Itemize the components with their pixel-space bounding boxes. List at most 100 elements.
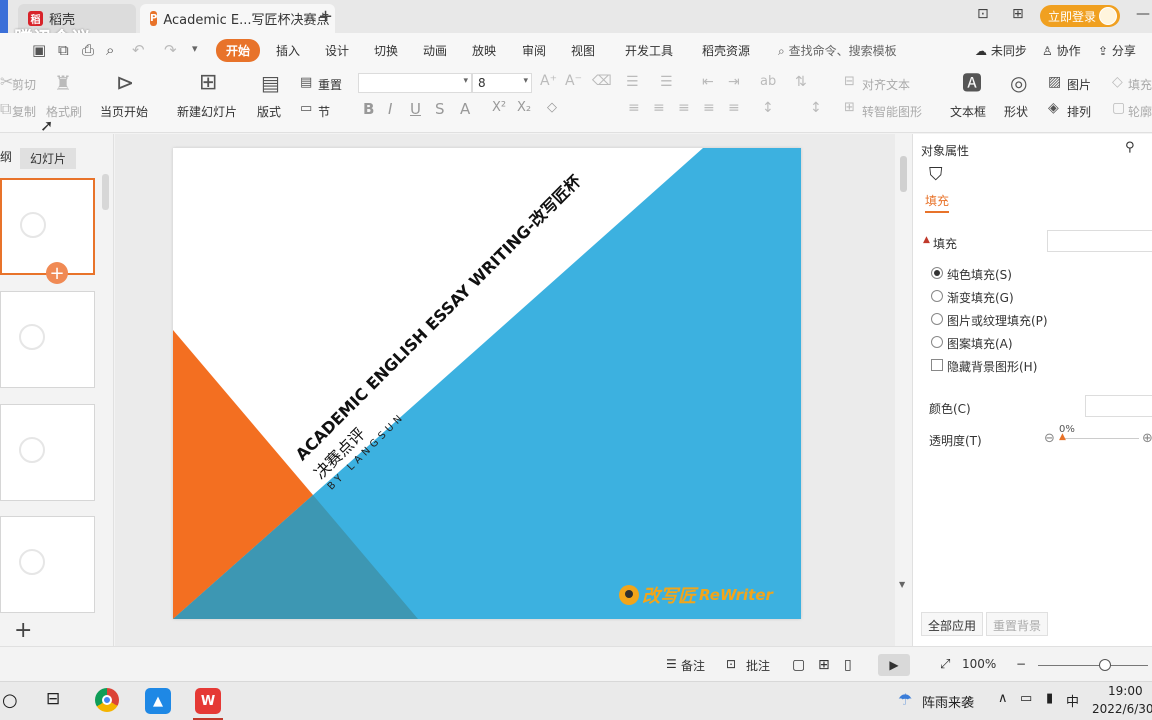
tab-presentation[interactable]: P Academic E...写匠杯决赛点 (140, 4, 335, 33)
sync-status[interactable]: ☁ 未同步 (975, 42, 1027, 59)
reading-view-icon[interactable]: ▯ (844, 657, 852, 673)
undo-icon[interactable]: ↶ (132, 41, 145, 59)
fill-type-select[interactable] (1047, 230, 1152, 252)
menu-animation[interactable]: 动画 (423, 42, 447, 59)
zoom-out-icon[interactable]: − (1016, 657, 1026, 671)
section-button[interactable]: 节 (318, 103, 330, 120)
zoom-slider[interactable] (1038, 665, 1148, 666)
pin-icon[interactable]: ⚲ (1125, 140, 1135, 155)
slide-thumbnail[interactable] (0, 178, 95, 275)
share-button[interactable]: ⇪ 分享 (1098, 42, 1136, 59)
menu-daoke-resources[interactable]: 稻壳资源 (702, 42, 750, 59)
notes-button[interactable]: 备注 (681, 657, 705, 674)
textbox-button[interactable]: 文本框 (950, 103, 986, 120)
normal-view-icon[interactable]: ▢ (792, 657, 805, 673)
save-icon[interactable]: ▣ (32, 41, 46, 59)
slide-thumbnail[interactable] (0, 404, 95, 501)
decrease-icon[interactable]: ⊖ (1044, 431, 1055, 446)
transparency-slider[interactable] (1061, 438, 1139, 439)
canvas-scrollbar[interactable]: ▼ (898, 156, 908, 596)
hide-bg-label[interactable]: 隐藏背景图形(H) (947, 358, 1037, 375)
slide-thumbnail[interactable] (0, 516, 95, 613)
slider-thumb[interactable]: ▲ (1059, 432, 1066, 442)
highlight-icon[interactable]: ◇ (547, 100, 557, 115)
option-pattern[interactable]: 图案填充(A) (947, 335, 1013, 352)
command-search[interactable]: ⌕ 查找命令、搜索模板 (778, 42, 897, 59)
outdent-icon[interactable]: ⇥ (728, 75, 740, 89)
redo-icon[interactable]: ↷ (164, 41, 177, 59)
slide-canvas[interactable]: ACADEMIC ENGLISH ESSAY WRITING-改写匠杯 决赛点评… (173, 148, 801, 619)
minimize-icon[interactable]: — (1136, 6, 1150, 22)
apply-all-button[interactable]: 全部应用 (921, 612, 984, 636)
battery-icon[interactable]: ▭ (1020, 691, 1032, 706)
sort-icon[interactable]: ⇅ (795, 75, 807, 89)
fit-window-icon[interactable]: ⤢ (940, 657, 950, 672)
copy-button[interactable]: 复制 (12, 103, 36, 120)
outline-button[interactable]: 轮廓 (1128, 103, 1152, 120)
menu-transition[interactable]: 切换 (374, 42, 398, 59)
option-picture[interactable]: 图片或纹理填充(P) (947, 312, 1048, 329)
indent-icon[interactable]: ⇤ (702, 75, 714, 89)
shapes-button[interactable]: 形状 (1004, 103, 1028, 120)
menu-home[interactable]: 开始 (216, 39, 261, 62)
add-slide-circle-icon[interactable]: + (46, 262, 68, 284)
collab-button[interactable]: ♙ 协作 (1042, 42, 1081, 59)
panel-header[interactable]: 对象属性 (921, 142, 969, 159)
thumbnail-scrollbar[interactable] (102, 174, 109, 210)
new-slide-button[interactable]: 新建幻灯片 (177, 103, 237, 120)
microphone-icon[interactable]: ▮ (1046, 691, 1053, 706)
print-icon[interactable]: ⎙ (82, 41, 94, 59)
line-spacing-icon[interactable]: ↕ (762, 101, 774, 115)
grid-icon[interactable]: ⊞ (1012, 6, 1024, 22)
sorter-view-icon[interactable]: ⊞ (818, 657, 830, 673)
align-text-button[interactable]: 对齐文本 (862, 76, 910, 93)
menu-developer[interactable]: 开发工具 (625, 42, 673, 59)
collapse-icon[interactable]: ▲ (923, 235, 930, 245)
align-center-icon[interactable]: ≡ (653, 101, 665, 115)
clear-format-icon[interactable]: ⌫ (592, 74, 612, 88)
radio-pattern[interactable] (931, 336, 943, 348)
zoom-level[interactable]: 100% (962, 657, 996, 671)
grow-font-icon[interactable]: A⁺ (540, 74, 557, 88)
align-left-icon[interactable]: ≡ (628, 101, 640, 115)
task-view-icon[interactable]: ⊟ (46, 689, 60, 709)
numbering-icon[interactable]: ☰ (660, 75, 673, 89)
scroll-thumb[interactable] (900, 156, 907, 192)
option-gradient[interactable]: 渐变填充(G) (947, 289, 1014, 306)
search-circle-icon[interactable]: ○ (2, 690, 18, 711)
superscript-icon[interactable]: X² (492, 100, 506, 115)
menu-design[interactable]: 设计 (325, 42, 349, 59)
tencent-meeting-icon[interactable]: ▲ (145, 688, 171, 714)
zoom-slider-thumb[interactable] (1099, 659, 1111, 671)
export-icon[interactable]: ⧉ (58, 41, 69, 59)
font-color-icon[interactable]: A (460, 100, 470, 118)
login-button[interactable]: 立即登录 (1040, 5, 1120, 27)
chrome-icon[interactable] (95, 688, 119, 712)
comments-button[interactable]: 批注 (746, 657, 770, 674)
wps-icon[interactable]: W (195, 688, 221, 714)
color-picker[interactable] (1085, 395, 1152, 417)
menu-slideshow[interactable]: 放映 (472, 42, 496, 59)
font-family-select[interactable]: ▾ (358, 73, 472, 93)
para-spacing-icon[interactable]: ↕ (810, 101, 822, 115)
tab-fill[interactable]: 填充 (925, 192, 950, 213)
layout-button[interactable]: 版式 (257, 103, 281, 120)
reset-button[interactable]: 重置 (318, 76, 342, 93)
tab-slides[interactable]: 幻灯片 (20, 148, 77, 169)
font-size-select[interactable]: 8 ▾ (472, 73, 532, 93)
cut-button[interactable]: 剪切 (12, 76, 36, 93)
radio-solid[interactable] (931, 267, 943, 279)
justify-icon[interactable]: ≡ (703, 101, 715, 115)
start-current-button[interactable]: 当页开始 (100, 103, 148, 120)
increase-icon[interactable]: ⊕ (1142, 431, 1152, 446)
smartart-button[interactable]: 转智能图形 (862, 103, 922, 120)
shrink-font-icon[interactable]: A⁻ (565, 74, 582, 88)
quick-access-menu-icon[interactable]: ▾ (192, 42, 198, 55)
italic-icon[interactable]: I (388, 100, 392, 118)
screen-icon[interactable]: ⊡ (977, 6, 989, 22)
option-solid[interactable]: 纯色填充(S) (947, 266, 1012, 283)
bold-icon[interactable]: B (363, 100, 374, 118)
distribute-icon[interactable]: ≡ (728, 101, 740, 115)
weather-text[interactable]: 阵雨来袭 (922, 692, 974, 711)
menu-view[interactable]: 视图 (571, 42, 595, 59)
